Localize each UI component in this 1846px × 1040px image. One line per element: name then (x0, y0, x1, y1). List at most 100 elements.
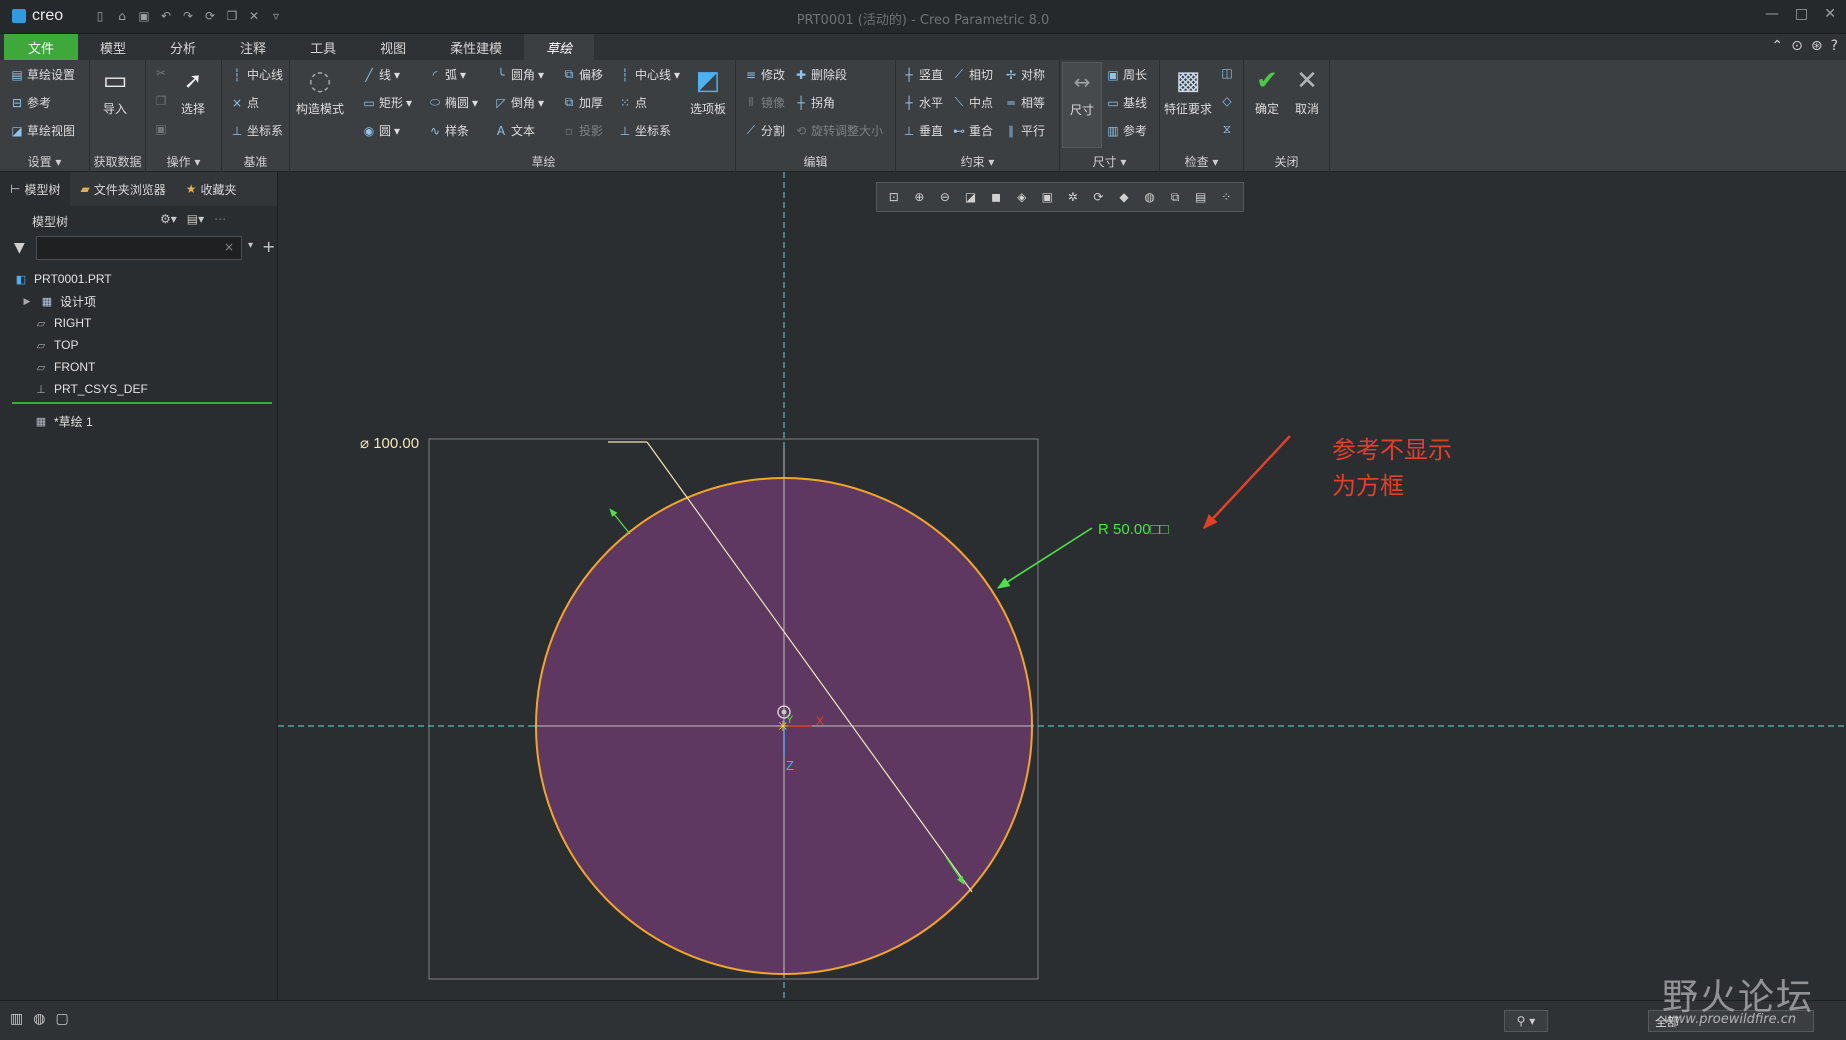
add-filter-icon[interactable]: + (262, 237, 275, 256)
tangent-constraint-button[interactable]: ⟋ 相切 (952, 66, 993, 83)
cut-button[interactable]: ✂ (154, 66, 168, 80)
tree-item-sketch[interactable]: ▦ *草绘 1 (34, 410, 93, 432)
collapse-ribbon-icon[interactable]: ⌃ (1771, 38, 1783, 54)
tab-model[interactable]: 模型 (78, 34, 148, 60)
coincident-constraint-button[interactable]: ⊷ 重合 (952, 122, 993, 139)
tree-item-top[interactable]: ▱ TOP (0, 334, 278, 356)
reference-dim-button[interactable]: ▥ 参考 (1106, 122, 1147, 139)
import-button[interactable]: ▭ 导入 (100, 66, 130, 117)
spline-button[interactable]: ∿ 样条 (428, 122, 469, 139)
rectangle-button[interactable]: ▭ 矩形 ▾ (362, 94, 412, 111)
copy-button[interactable]: ❐ (154, 94, 168, 108)
clear-search-icon[interactable]: × (224, 240, 234, 254)
divide-button[interactable]: ⟋ 分割 (744, 122, 785, 139)
windows-icon[interactable]: ❐ (224, 8, 240, 24)
show-icon[interactable]: ▤▾ (187, 212, 204, 226)
search-dropdown-icon[interactable]: ▾ (248, 240, 253, 251)
dimension-button[interactable]: ↔ 尺寸 (1062, 62, 1102, 148)
sketch-centerline-button[interactable]: ┆ 中心线 ▾ (618, 66, 680, 83)
tab-analysis[interactable]: 分析 (148, 34, 218, 60)
thicken-button[interactable]: ⧉ 加厚 (562, 94, 603, 111)
datum-point-button[interactable]: × 点 (230, 94, 259, 111)
fillet-button[interactable]: ╰ 圆角 ▾ (494, 66, 544, 83)
feature-requirements-button[interactable]: ▩ 特征要求 (1164, 66, 1212, 117)
sketch-setup-button[interactable]: ▤ 草绘设置 (10, 66, 75, 83)
ellipse-button[interactable]: ⬭ 椭圆 ▾ (428, 94, 478, 111)
close-icon[interactable]: ✕ (1824, 6, 1836, 22)
search-icon[interactable]: ⊙ (1791, 38, 1803, 54)
midpoint-constraint-button[interactable]: ⟍ 中点 (952, 94, 993, 111)
horizontal-constraint-button[interactable]: ┼ 水平 (902, 94, 943, 111)
text-button[interactable]: A 文本 (494, 122, 535, 139)
tab-annotate[interactable]: 注释 (218, 34, 288, 60)
sketch-view-button[interactable]: ◪ 草绘视图 (10, 122, 75, 139)
radius-dimension-text[interactable]: R 50.00□□ (1098, 521, 1169, 538)
line-button[interactable]: ╱ 线 ▾ (362, 66, 400, 83)
tab-flexible-modeling[interactable]: 柔性建模 (428, 34, 524, 60)
customize-toolbar-icon[interactable]: ▿ (268, 8, 284, 24)
symmetric-constraint-button[interactable]: ✢ 对称 (1004, 66, 1045, 83)
diameter-dimension-text[interactable]: ⌀ 100.00 (360, 435, 419, 452)
offset-button[interactable]: ⧉ 偏移 (562, 66, 603, 83)
project-button[interactable]: ▫ 投影 (562, 122, 603, 139)
find-tool-button[interactable]: ⚲ ▾ (1504, 1010, 1548, 1032)
graphics-area[interactable]: ⊡ ⊕ ⊖ ◪ ◼ ◈ ▣ ✲ ⟳ ◆ ◍ ⧉ ▤ ⁘ ⌀ 100.00 R 5… (278, 172, 1846, 1000)
redo-icon[interactable]: ↷ (180, 8, 196, 24)
tree-item-design-items[interactable]: ▶ ▦ 设计项 (0, 290, 278, 312)
corner-button[interactable]: ┼ 拐角 (794, 94, 835, 111)
toggle-browser-icon[interactable]: ◍ (33, 1011, 45, 1027)
perimeter-button[interactable]: ▣ 周长 (1106, 66, 1147, 83)
tab-file[interactable]: 文件 (4, 34, 79, 60)
circle-button[interactable]: ◉ 圆 ▾ (362, 122, 400, 139)
new-file-icon[interactable]: ▯ (92, 8, 108, 24)
group-label-operations[interactable]: 操作 ▾ (146, 153, 221, 170)
paste-button[interactable]: ▣ (154, 122, 168, 136)
minimize-icon[interactable]: — (1765, 6, 1779, 22)
select-button[interactable]: ➚ 选择 (178, 66, 208, 117)
group-label-setup[interactable]: 设置 ▾ (0, 153, 89, 170)
modify-button[interactable]: ≡ 修改 (744, 66, 785, 83)
filter-icon[interactable]: ▼ (14, 240, 25, 256)
shade-closed-button[interactable]: ◫ (1220, 66, 1234, 80)
tree-item-front[interactable]: ▱ FRONT (0, 356, 278, 378)
chamfer-button[interactable]: ◸ 倒角 ▾ (494, 94, 544, 111)
expand-arrow-icon[interactable]: ▶ (20, 294, 34, 308)
highlight-open-button[interactable]: ◇ (1220, 94, 1234, 108)
community-icon[interactable]: ⊛ (1811, 38, 1823, 54)
close-window-icon[interactable]: ✕ (246, 8, 262, 24)
insert-indicator[interactable] (12, 402, 272, 404)
vertical-constraint-button[interactable]: ┼ 竖直 (902, 66, 943, 83)
perpendicular-constraint-button[interactable]: ⊥ 垂直 (902, 122, 943, 139)
group-label-dimension[interactable]: 尺寸 ▾ (1060, 153, 1159, 170)
tree-item-right[interactable]: ▱ RIGHT (0, 312, 278, 334)
equal-constraint-button[interactable]: ═ 相等 (1004, 94, 1045, 111)
save-icon[interactable]: ▣ (136, 8, 152, 24)
rotate-resize-button[interactable]: ⟲ 旋转调整大小 (794, 122, 883, 139)
tab-view[interactable]: 视图 (358, 34, 428, 60)
tree-filters-icon[interactable]: ⋯ (214, 212, 226, 226)
tab-sketch[interactable]: 草绘 (524, 34, 595, 60)
palette-button[interactable]: ◩ 选项板 (690, 66, 726, 117)
overlap-geometry-button[interactable]: ⧖ (1220, 122, 1234, 136)
baseline-button[interactable]: ▭ 基线 (1106, 94, 1147, 111)
toggle-navigator-icon[interactable]: ▥ (10, 1011, 23, 1027)
ok-button[interactable]: ✔ 确定 (1252, 66, 1282, 117)
tab-favorites[interactable]: ★ 收藏夹 (176, 172, 247, 206)
datum-centerline-button[interactable]: ┆ 中心线 (230, 66, 283, 83)
construction-mode-button[interactable]: ◌ 构造模式 (296, 66, 344, 117)
regenerate-icon[interactable]: ⟳ (202, 8, 218, 24)
cancel-button[interactable]: ✕ 取消 (1292, 66, 1322, 117)
mirror-button[interactable]: ⫴ 镜像 (744, 94, 785, 111)
sketch-point-button[interactable]: ⁙ 点 (618, 94, 647, 111)
parallel-constraint-button[interactable]: ∥ 平行 (1004, 122, 1045, 139)
tree-item-part[interactable]: ◧ PRT0001.PRT (0, 268, 278, 290)
maximize-icon[interactable]: □ (1795, 6, 1808, 22)
arc-button[interactable]: ◜ 弧 ▾ (428, 66, 466, 83)
undo-icon[interactable]: ↶ (158, 8, 174, 24)
open-file-icon[interactable]: ⌂ (114, 8, 130, 24)
tab-model-tree[interactable]: ⊢ 模型树 (0, 172, 71, 206)
group-label-inspect[interactable]: 检查 ▾ (1160, 153, 1243, 170)
tab-folder-browser[interactable]: ▰ 文件夹浏览器 (70, 172, 175, 206)
full-screen-icon[interactable]: ▢ (55, 1011, 68, 1027)
references-button[interactable]: ⊟ 参考 (10, 94, 51, 111)
